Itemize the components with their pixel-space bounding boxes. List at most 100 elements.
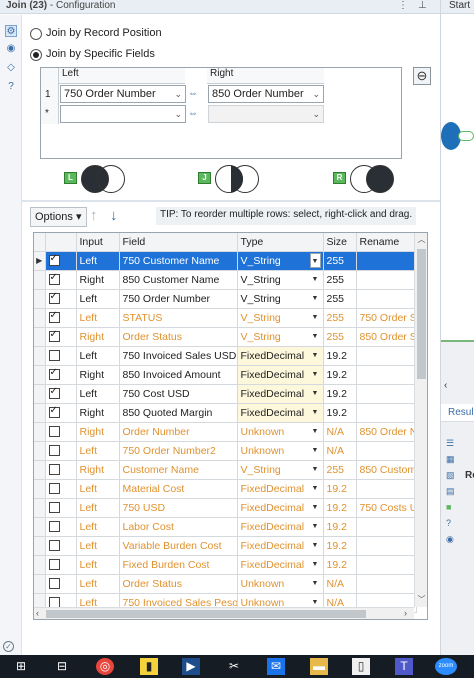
size-cell[interactable]: 255 [323,270,357,290]
type-cell[interactable]: FixedDecimal ▼ [237,365,324,385]
row-header[interactable] [34,536,46,556]
rename-cell[interactable] [356,441,417,461]
chevron-down-icon[interactable]: ▼ [310,329,321,344]
teams-icon[interactable]: T [395,658,413,675]
type-cell[interactable]: FixedDecimal ▼ [237,403,324,423]
left-join-venn[interactable]: L [64,165,128,193]
collapse-arrow-icon[interactable]: ‹ [441,380,474,392]
chevron-down-icon[interactable]: ▼ [310,500,321,515]
list-icon[interactable]: ☰ [446,435,455,451]
size-cell[interactable]: 19.2 [323,365,357,385]
row-header[interactable] [34,460,46,480]
size-column-header[interactable]: Size [323,233,357,252]
left-field-select-empty[interactable]: ⌄ [60,105,186,123]
row-header[interactable] [34,365,46,385]
pin-icon[interactable]: ⊥ [418,0,427,11]
chrome-icon[interactable]: ◎ [96,658,114,675]
table-row[interactable]: RightOrder NumberUnknown▼N/A850 Order Nu [34,422,417,442]
table-icon[interactable]: ▦ [446,451,455,467]
include-checkbox[interactable] [48,540,60,552]
type-cell[interactable]: FixedDecimal ▼ [237,498,324,518]
more-options-icon[interactable]: ⋮ [398,0,408,11]
type-cell[interactable]: Unknown ▼ [237,574,324,594]
include-checkbox[interactable] [48,272,60,286]
move-down-icon[interactable]: ↓ [110,207,118,224]
row-header[interactable] [34,346,46,366]
type-cell[interactable]: FixedDecimal ▼ [237,517,324,537]
type-cell[interactable]: V_String ▼ [237,460,324,480]
document-icon[interactable]: ▤ [446,483,455,499]
include-checkbox-cell[interactable] [45,422,77,442]
chevron-down-icon[interactable]: ▼ [310,386,321,401]
rename-cell[interactable]: 750 Costs US [356,498,417,518]
rename-cell[interactable] [356,574,417,594]
options-dropdown-button[interactable]: Options ▾ [30,207,87,227]
chevron-down-icon[interactable]: ▼ [310,367,321,382]
row-header[interactable] [34,555,46,575]
rename-column-header[interactable]: Rename [356,233,417,252]
scroll-thumb[interactable] [417,249,426,379]
help-icon[interactable]: ? [446,515,455,531]
include-checkbox[interactable] [48,253,60,267]
remove-join-field-button[interactable]: ⊖ [413,67,431,85]
windows-start-icon[interactable]: ⊞ [12,658,30,675]
size-cell[interactable]: 19.2 [323,384,357,404]
rename-cell[interactable] [356,251,417,271]
right-join-venn[interactable]: R [333,165,397,193]
settings-icon[interactable]: ◉ [446,531,455,547]
size-cell[interactable]: 255 [323,308,357,328]
rename-cell[interactable] [356,346,417,366]
row-header[interactable] [34,270,46,290]
include-checkbox[interactable] [48,386,60,400]
type-cell[interactable]: Unknown ▼ [237,422,324,442]
join-by-specific-fields-radio[interactable]: Join by Specific Fields [30,47,180,63]
document-icon[interactable]: ▯ [352,658,370,675]
size-cell[interactable]: 19.2 [323,403,357,423]
rename-cell[interactable]: 850 Custome [356,460,417,480]
include-checkbox-cell[interactable] [45,384,77,404]
output-anchor[interactable] [458,131,474,141]
grid-horizontal-scrollbar[interactable]: ‹ › [34,607,414,619]
table-row[interactable]: Left 750 Order Number2 Unknown ▼ N/A [34,441,417,461]
image-icon[interactable]: ▧ [446,467,455,483]
right-field-select-empty[interactable]: ⌄ [208,105,324,123]
sticky-notes-icon[interactable]: ▮ [140,658,158,675]
chevron-down-icon[interactable]: ▼ [310,443,321,458]
row-header[interactable] [34,479,46,499]
include-checkbox-cell[interactable] [45,365,77,385]
size-cell[interactable]: N/A [323,574,357,594]
row-header[interactable] [34,517,46,537]
table-row[interactable]: Left Material Cost FixedDecimal ▼ 19.2 [34,479,417,499]
task-view-icon[interactable]: ⊟ [53,658,71,675]
include-checkbox[interactable] [48,559,60,571]
chevron-down-icon[interactable]: ▼ [310,424,321,439]
right-field-select[interactable]: 850 Order Number ⌄ [208,85,324,103]
field-column-header[interactable]: Field [119,233,238,252]
scroll-left-icon[interactable]: ‹ [36,608,39,618]
chevron-down-icon[interactable]: ▼ [310,519,321,534]
left-field-select[interactable]: 750 Order Number ⌄ [60,85,186,103]
include-checkbox-cell[interactable] [45,498,77,518]
gear-icon[interactable]: ⚙ [5,25,17,37]
chevron-down-icon[interactable]: ▼ [310,405,321,420]
chevron-down-icon[interactable]: ▼ [310,538,321,553]
include-checkbox-cell[interactable] [45,270,77,290]
file-explorer-icon[interactable]: ▬ [310,658,328,675]
include-checkbox[interactable] [48,367,60,381]
size-cell[interactable]: 255 [323,289,357,309]
type-cell[interactable]: V_String ▼ [237,270,324,290]
row-header[interactable] [34,384,46,404]
join-by-record-position-radio[interactable]: Join by Record Position [30,26,180,42]
include-checkbox[interactable] [48,483,60,495]
include-checkbox-cell[interactable] [45,479,77,499]
zoom-icon[interactable]: zoom [435,658,457,675]
include-checkbox-cell[interactable] [45,289,77,309]
rename-cell[interactable] [356,517,417,537]
rename-cell[interactable] [356,270,417,290]
include-checkbox[interactable] [48,445,60,457]
table-row[interactable]: LeftSTATUSV_String▼255750 Order St [34,308,417,328]
table-row[interactable]: Left750 Cost USDFixedDecimal▼19.2 [34,384,417,404]
workflow-canvas[interactable] [441,14,474,342]
row-header[interactable] [34,308,46,328]
rename-cell[interactable]: 850 Order Nu [356,422,417,442]
